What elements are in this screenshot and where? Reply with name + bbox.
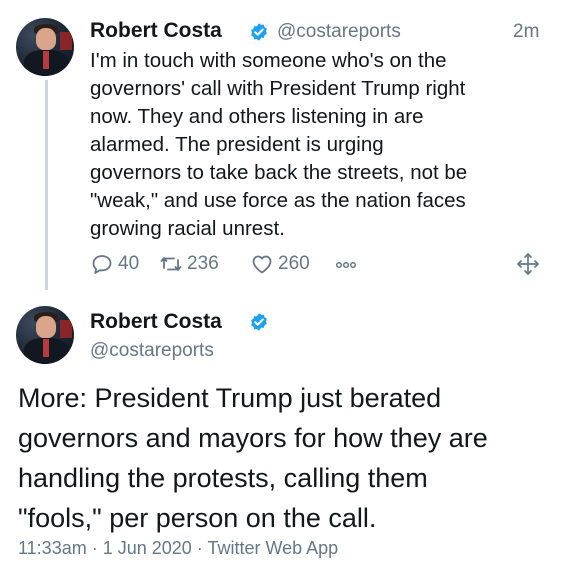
avatar-background	[60, 32, 72, 50]
verified-badge-icon	[251, 313, 267, 331]
more-icon	[335, 261, 357, 269]
avatar[interactable]	[16, 18, 74, 76]
avatar[interactable]	[16, 306, 74, 364]
avatar-tie	[43, 51, 49, 69]
move-icon	[517, 253, 539, 275]
author-handle[interactable]: @costareports	[277, 21, 401, 43]
reply-icon	[92, 255, 112, 274]
tweet-meta[interactable]: 11:33am · 1 Jun 2020 · Twitter Web App	[18, 538, 338, 559]
verified-badge-icon	[251, 23, 267, 41]
tweet-time[interactable]: 2m	[513, 21, 539, 43]
like-icon	[252, 255, 272, 274]
avatar-tie	[43, 339, 49, 357]
avatar-face	[36, 28, 56, 50]
author-handle[interactable]: @costareports	[90, 340, 214, 362]
retweet-count: 236	[187, 253, 219, 274]
avatar-background	[60, 320, 72, 338]
retweet-icon	[160, 257, 182, 271]
author-name[interactable]: Robert Costa	[90, 310, 222, 334]
reply-count: 40	[118, 253, 140, 274]
tweet-text: I'm in touch with someone who's on the g…	[90, 49, 468, 240]
retweet-button[interactable]: 236	[159, 252, 219, 276]
thread-line	[45, 80, 48, 290]
like-count: 260	[278, 253, 310, 274]
like-button[interactable]: 260	[250, 252, 310, 276]
tweet-text: More: President Trump just berated gover…	[18, 383, 488, 533]
more-button[interactable]	[334, 252, 362, 276]
author-name[interactable]: Robert Costa	[90, 19, 222, 43]
move-button[interactable]	[516, 252, 544, 276]
avatar-face	[36, 316, 56, 338]
reply-button[interactable]: 40	[90, 252, 139, 276]
